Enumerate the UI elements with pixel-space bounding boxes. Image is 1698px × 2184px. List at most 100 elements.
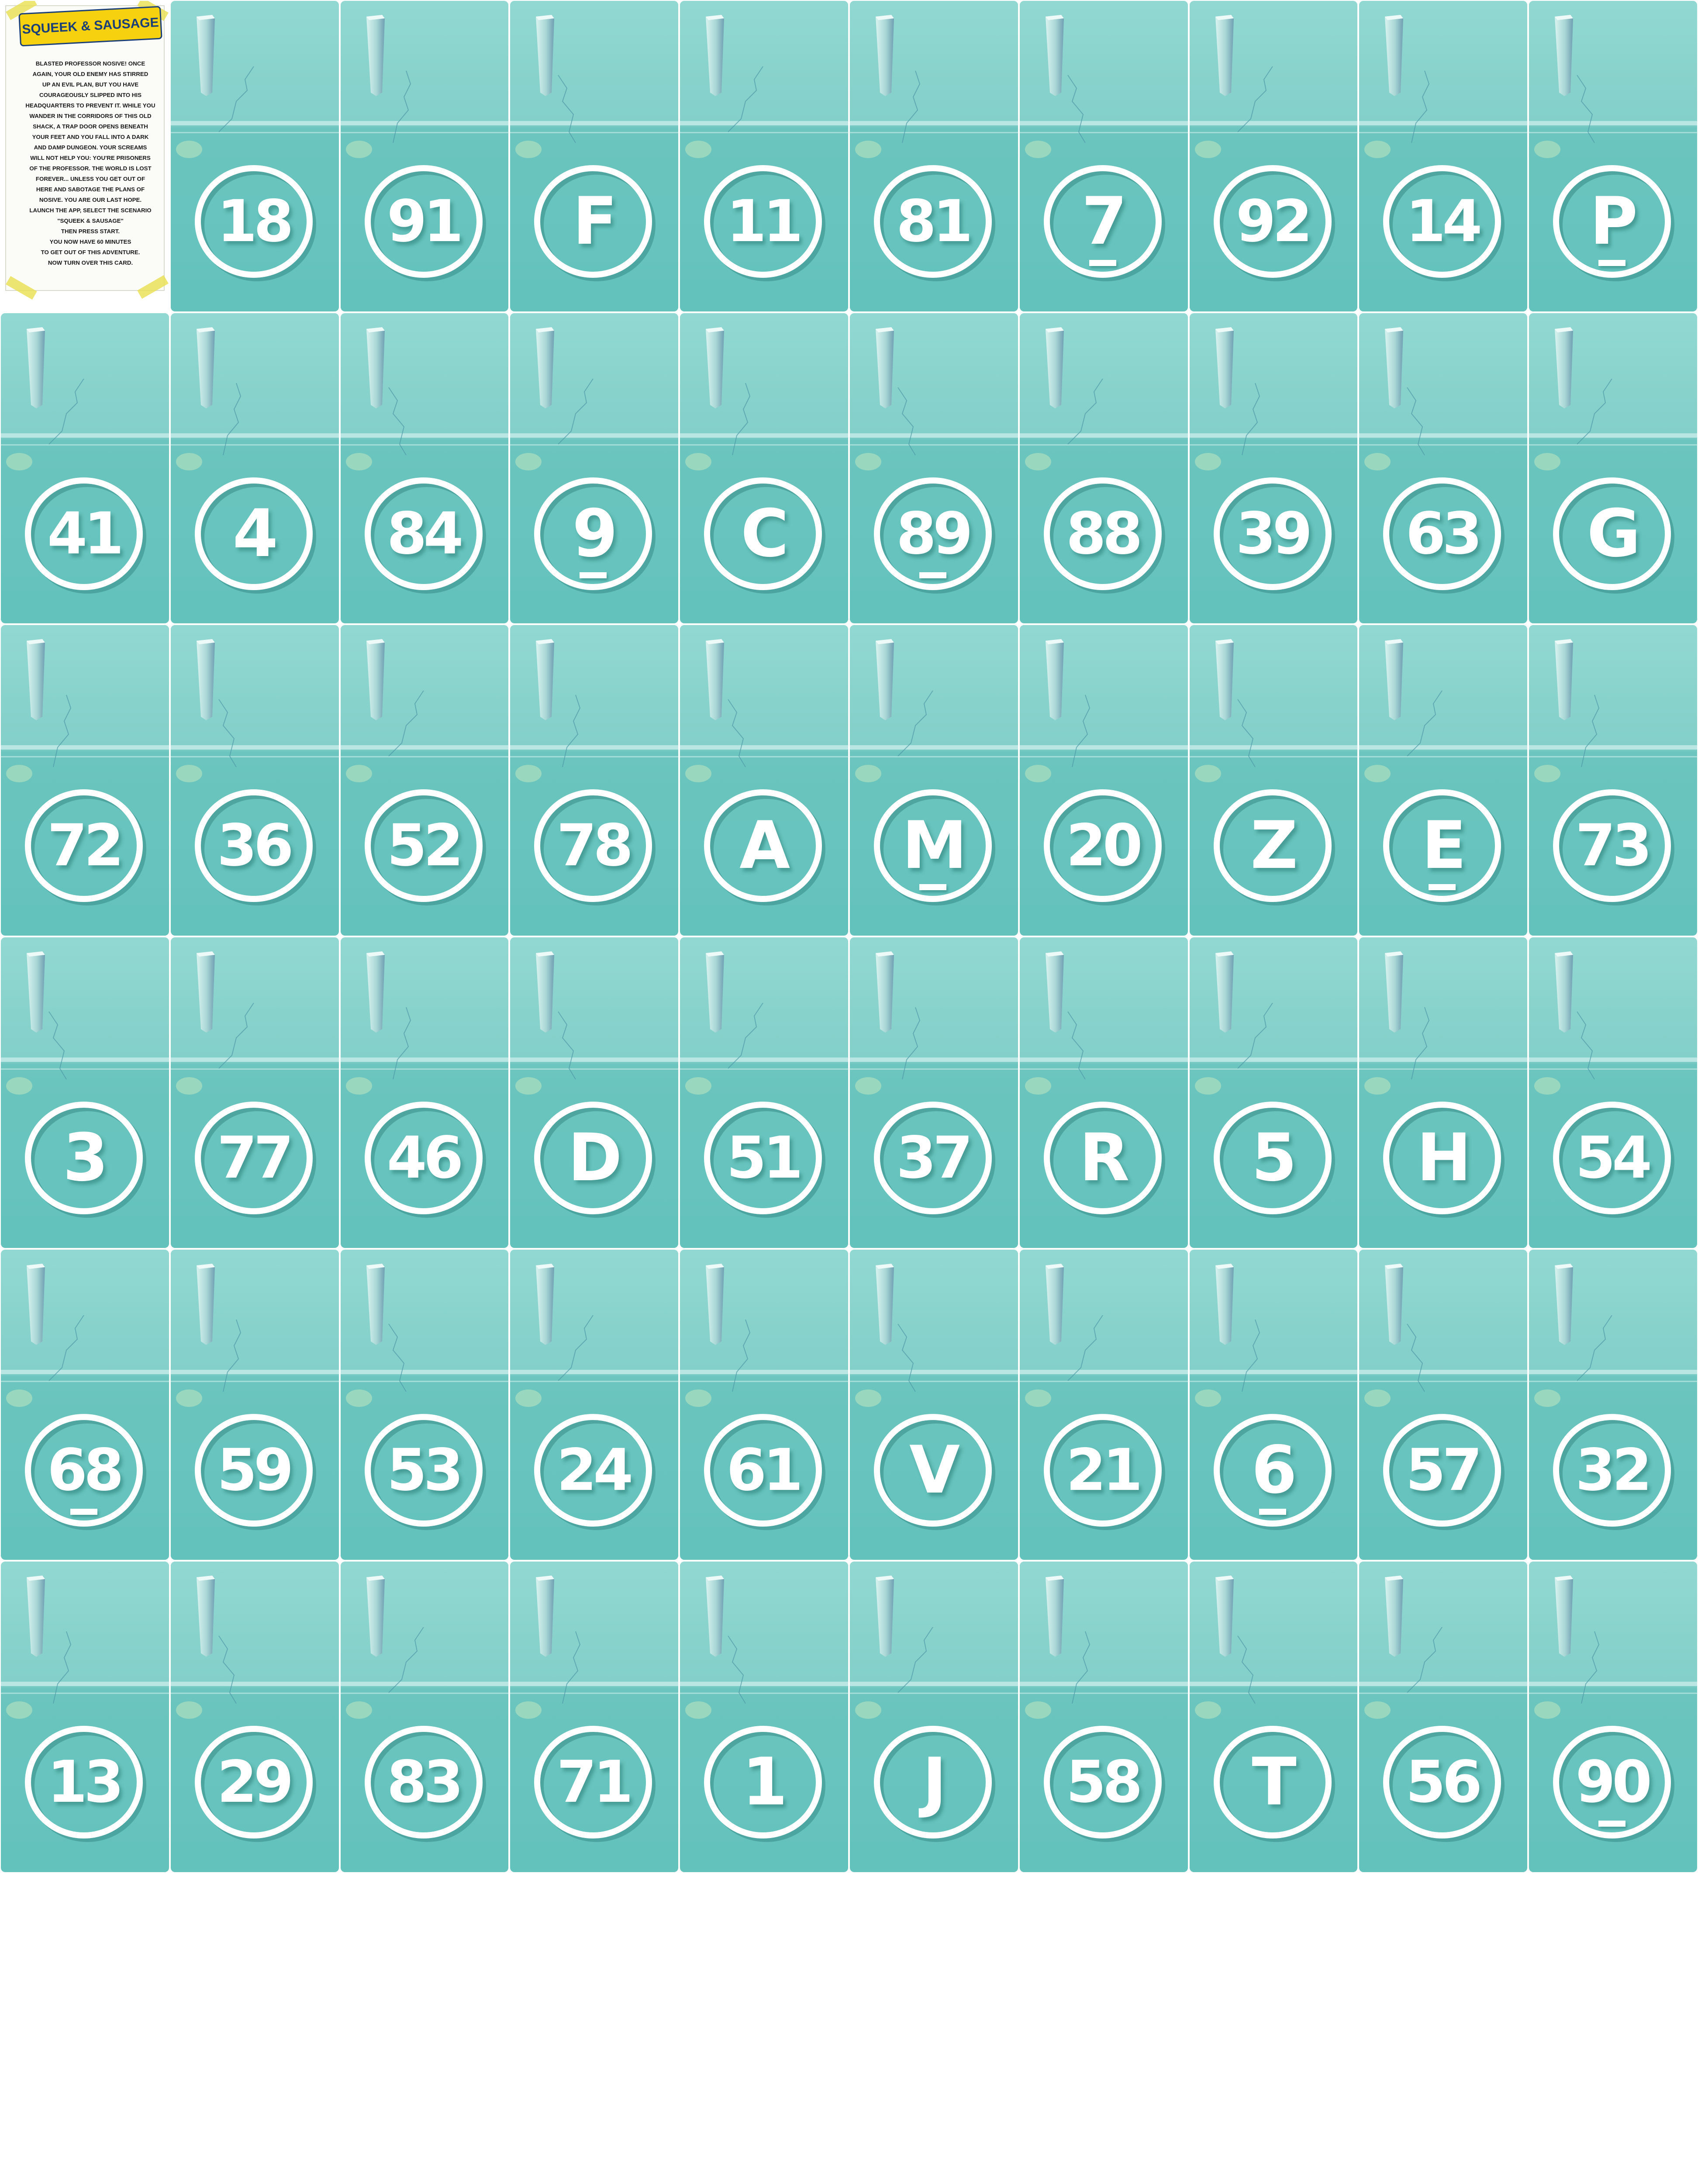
number-badge: 32 [1546, 1409, 1677, 1531]
card-label: 39 [1236, 500, 1313, 567]
number-card: V [849, 1249, 1018, 1560]
wall-crack-icon [732, 383, 751, 455]
wall-crack-icon [562, 1631, 581, 1704]
card-label: 32 [1575, 1436, 1652, 1504]
number-card: 54 [1529, 937, 1697, 1248]
number-card: 29 [170, 1562, 339, 1872]
number-card: 56 [1359, 1562, 1528, 1872]
wall-crack-icon [558, 75, 576, 143]
number-badge: 53 [358, 1409, 489, 1531]
light-spot [1534, 1389, 1561, 1407]
wall-crack-icon [53, 1631, 72, 1704]
number-badge: C [697, 473, 828, 595]
orientation-underline [919, 884, 946, 891]
number-badge: G [1546, 473, 1677, 595]
number-badge: 71 [528, 1721, 659, 1843]
wall-crack-icon [902, 1007, 921, 1080]
card-label: 46 [387, 1124, 464, 1192]
story-line: You now have 60 minutes [49, 238, 131, 245]
number-badge: 91 [358, 160, 489, 283]
light-spot [855, 765, 881, 783]
wall-crack-icon [1237, 1002, 1273, 1069]
number-card: 7 [1019, 1, 1188, 311]
light-spot [176, 453, 202, 470]
orientation-underline [70, 1508, 97, 1515]
story-line: to get out of this adventure. [41, 249, 140, 256]
wall-crack-icon [218, 66, 254, 132]
story-line: of the professor. The world is lost [29, 165, 152, 172]
number-card: 1 [680, 1562, 848, 1872]
number-badge: 4 [188, 473, 319, 595]
number-badge: 1 [697, 1721, 828, 1843]
orientation-underline [1598, 260, 1626, 266]
number-badge: 9 [528, 473, 659, 595]
light-spot [6, 765, 32, 783]
card-label: 77 [217, 1124, 294, 1192]
light-spot [345, 1077, 372, 1095]
story-panel: SQUEEK & SAUSAGE Blasted Professor Nosiv… [5, 1, 169, 300]
number-card: Z [1189, 625, 1358, 936]
wall-crack-icon [388, 1324, 407, 1392]
number-card: 14 [1359, 1, 1528, 311]
number-badge: 61 [697, 1409, 828, 1531]
number-card: T [1189, 1562, 1358, 1872]
wall-crack-icon [388, 691, 424, 757]
intro-card: SQUEEK & SAUSAGE Blasted Professor Nosiv… [1, 1, 169, 311]
number-badge: P [1546, 160, 1677, 283]
game-logo: SQUEEK & SAUSAGE [18, 6, 162, 47]
number-card: 92 [1189, 1, 1358, 311]
wall-crack-icon [1067, 1315, 1103, 1381]
number-card: 83 [340, 1562, 509, 1872]
light-spot [685, 1077, 712, 1095]
wall-crack-icon [48, 1315, 84, 1381]
number-card: 57 [1359, 1249, 1528, 1560]
story-line: and damp dungeon. Your screams [34, 144, 147, 151]
number-card: D [510, 937, 679, 1248]
story-text: Blasted Professor Nosive! Once again, you… [18, 59, 162, 268]
wall-crack-icon [388, 387, 407, 456]
card-label: G [1587, 495, 1641, 572]
light-spot [515, 453, 542, 470]
number-badge: 57 [1377, 1409, 1508, 1531]
number-card: F [510, 1, 679, 311]
number-card: E [1359, 625, 1528, 936]
light-spot [6, 453, 32, 470]
card-label: 13 [47, 1749, 124, 1816]
card-label: 3 [62, 1120, 108, 1196]
number-badge: 5 [1207, 1097, 1338, 1219]
number-card: 11 [680, 1, 848, 311]
light-spot [515, 765, 542, 783]
card-label: F [573, 183, 617, 259]
number-card: 72 [1, 625, 169, 936]
card-label: 63 [1405, 500, 1483, 567]
number-card: 73 [1529, 625, 1697, 936]
light-spot [1534, 1077, 1561, 1095]
number-card: 71 [510, 1562, 679, 1872]
number-card: 5 [1189, 937, 1358, 1248]
light-spot [1025, 765, 1051, 783]
light-spot [1194, 453, 1221, 470]
orientation-underline [1429, 884, 1456, 891]
wall-crack-icon [1581, 695, 1600, 767]
number-badge: 21 [1037, 1409, 1168, 1531]
light-spot [1534, 141, 1561, 158]
number-badge: 51 [697, 1097, 828, 1219]
card-label: R [1079, 1120, 1130, 1196]
number-card: 18 [170, 1, 339, 311]
number-badge: 83 [358, 1721, 489, 1843]
light-spot [1534, 1701, 1561, 1719]
card-label: 61 [726, 1436, 803, 1504]
light-spot [1025, 1389, 1051, 1407]
number-card: 88 [1019, 313, 1188, 624]
number-badge: 13 [18, 1721, 149, 1843]
orientation-underline [1598, 1821, 1626, 1827]
number-badge: 6 [1207, 1409, 1338, 1531]
number-card: 24 [510, 1249, 679, 1560]
number-badge: 84 [358, 473, 489, 595]
number-badge: 52 [358, 784, 489, 907]
light-spot [176, 1701, 202, 1719]
story-line: wander in the corridors of this old [29, 113, 152, 119]
number-badge: 59 [188, 1409, 319, 1531]
wall-crack-icon [1407, 387, 1425, 456]
wall-crack-icon [1577, 1315, 1613, 1381]
